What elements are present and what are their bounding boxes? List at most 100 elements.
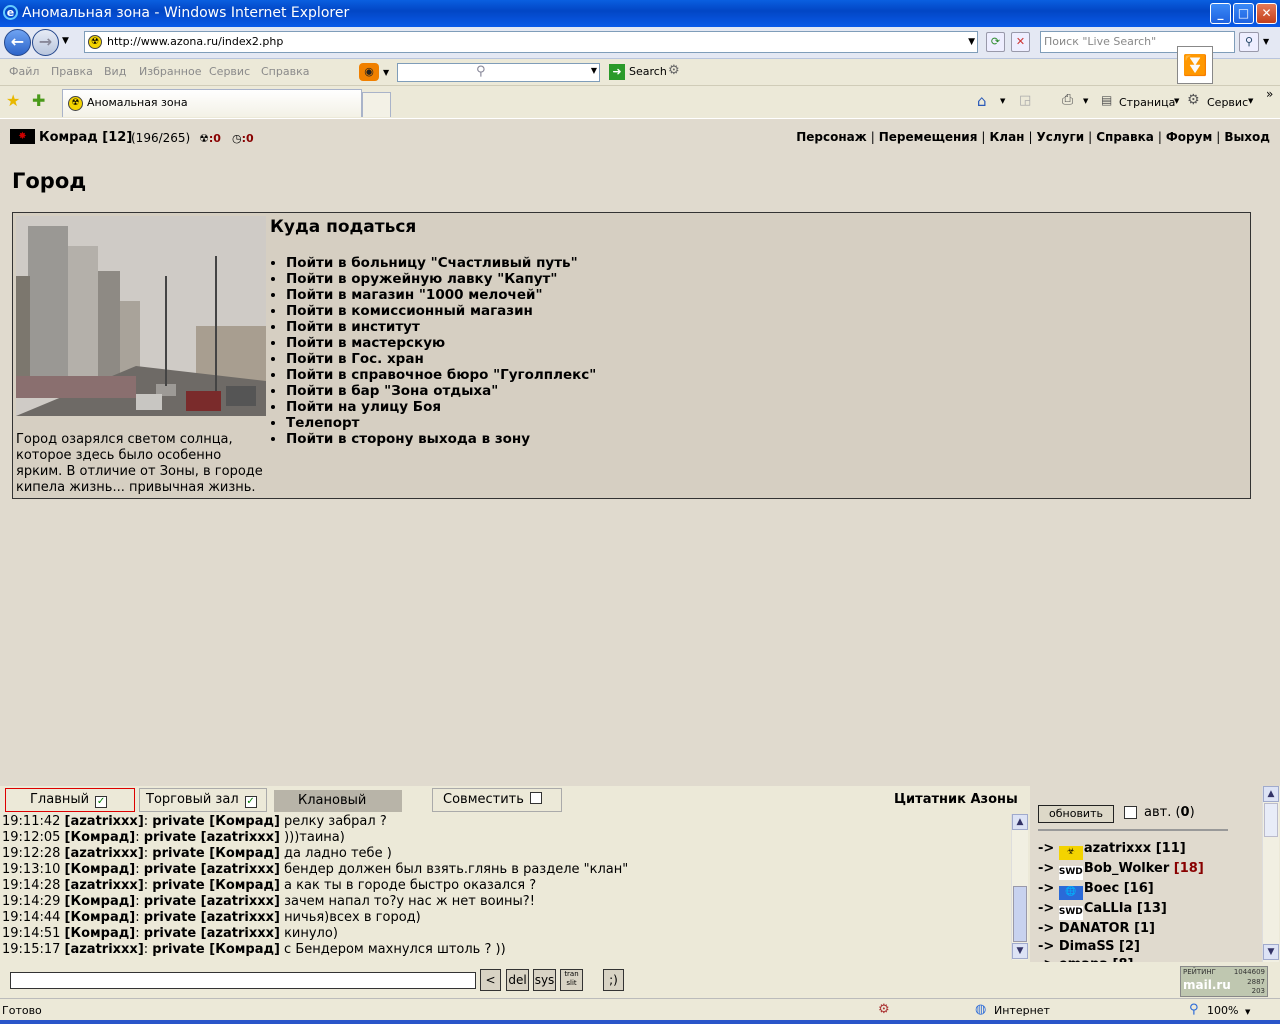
- toolbar-search-dropdown-icon[interactable]: ▼: [591, 66, 597, 75]
- service-menu-dropdown-icon[interactable]: ▼: [1248, 97, 1253, 105]
- url-input[interactable]: ☢ http://www.azona.ru/index2.php ▼: [84, 31, 978, 53]
- chat-sender[interactable]: [Комрад]: [65, 926, 136, 941]
- stop-icon[interactable]: ✕: [1011, 32, 1030, 52]
- chat-sender[interactable]: [azatrixxx]: [65, 878, 144, 893]
- chat-tab-trade-checkbox[interactable]: ✓: [244, 796, 257, 808]
- popup-blocker-icon[interactable]: ⚙: [878, 1002, 890, 1017]
- page-menu-dropdown-icon[interactable]: ▼: [1174, 97, 1179, 105]
- link-zone-exit[interactable]: Пойти в сторону выхода в зону: [286, 431, 596, 447]
- users-scroll-thumb[interactable]: [1264, 803, 1278, 837]
- user-list-item[interactable]: -> SWDBob_Wolker [18]: [1038, 860, 1204, 880]
- zoom-dropdown-icon[interactable]: ▼: [1245, 1008, 1250, 1016]
- chat-message-input[interactable]: [10, 972, 476, 989]
- chat-sys-button[interactable]: sys: [533, 969, 556, 991]
- chat-recipient[interactable]: private [azatrixxx]: [144, 862, 280, 877]
- chat-recipient[interactable]: private [azatrixxx]: [144, 894, 280, 909]
- menu-edit[interactable]: Правка: [51, 65, 93, 78]
- users-scroll-up-icon[interactable]: ▲: [1263, 786, 1279, 802]
- chat-tab-combine[interactable]: Совместить: [432, 788, 562, 812]
- scroll-down-icon[interactable]: ▼: [1012, 943, 1028, 959]
- toolbar-dropdown-icon[interactable]: ▼: [383, 68, 389, 77]
- user-name[interactable]: DANATOR [1]: [1059, 921, 1155, 936]
- search-go-button[interactable]: Search: [629, 65, 667, 78]
- chat-tab-main-checkbox[interactable]: ✓: [95, 796, 108, 808]
- service-menu[interactable]: Сервис: [1207, 96, 1248, 109]
- user-name[interactable]: DimaSS [2]: [1059, 939, 1140, 954]
- menu-help[interactable]: Справка: [261, 65, 309, 78]
- user-list-item[interactable]: -> SWDCaLLIa [13]: [1038, 900, 1204, 920]
- chat-tab-combine-checkbox[interactable]: [529, 792, 542, 804]
- user-name[interactable]: azatrixxx [11]: [1084, 841, 1186, 856]
- new-tab-button[interactable]: [362, 92, 391, 117]
- refresh-icon[interactable]: ⟳: [986, 32, 1005, 52]
- search-options-icon[interactable]: ▼: [1263, 37, 1269, 46]
- toolbar-chevron-icon[interactable]: ⏬: [1177, 46, 1213, 84]
- menu-file[interactable]: Файл: [9, 65, 39, 78]
- chat-smiley-button[interactable]: ;): [603, 969, 624, 991]
- auto-refresh-checkbox[interactable]: [1124, 806, 1137, 819]
- search-icon[interactable]: ⚲: [1239, 32, 1259, 52]
- chat-sender[interactable]: [Комрад]: [65, 910, 136, 925]
- chat-recipient[interactable]: private [Комрад]: [152, 878, 280, 893]
- chat-recipient[interactable]: private [Комрад]: [152, 846, 280, 861]
- quotes-link[interactable]: Цитатник Азоны: [894, 792, 1018, 807]
- link-institute[interactable]: Пойти в институт: [286, 319, 596, 335]
- link-workshop[interactable]: Пойти в мастерскую: [286, 335, 596, 351]
- menu-view[interactable]: Вид: [104, 65, 126, 78]
- scroll-up-icon[interactable]: ▲: [1012, 814, 1028, 830]
- nav-clan[interactable]: Клан: [989, 130, 1024, 144]
- print-icon[interactable]: ⎙: [1062, 92, 1073, 108]
- link-teleport[interactable]: Телепорт: [286, 415, 596, 431]
- users-scrollbar[interactable]: ▲ ▼: [1262, 786, 1279, 962]
- nav-character[interactable]: Персонаж: [796, 130, 866, 144]
- zoom-level[interactable]: 100%: [1207, 1004, 1238, 1017]
- link-1000-things-shop[interactable]: Пойти в магазин "1000 мелочей": [286, 287, 596, 303]
- chat-recipient[interactable]: private [azatrixxx]: [144, 910, 280, 925]
- menu-favorites[interactable]: Избранное: [139, 65, 201, 78]
- minimize-button[interactable]: _: [1210, 3, 1231, 24]
- home-dropdown-icon[interactable]: ▼: [1000, 97, 1005, 105]
- home-icon[interactable]: ⌂: [977, 92, 987, 110]
- link-commission-shop[interactable]: Пойти в комиссионный магазин: [286, 303, 596, 319]
- chat-tab-main[interactable]: Главный ✓: [5, 788, 135, 812]
- chat-recipient[interactable]: private [Комрад]: [152, 942, 280, 957]
- user-name[interactable]: Bob_Wolker: [1084, 861, 1169, 876]
- toolbar-logo-icon[interactable]: ◉: [359, 63, 379, 81]
- toolbar-overflow-icon[interactable]: »: [1266, 87, 1273, 101]
- forward-button[interactable]: →: [32, 29, 59, 56]
- user-name[interactable]: Воес [16]: [1084, 881, 1154, 896]
- refresh-users-button[interactable]: обновить: [1038, 805, 1114, 823]
- maximize-button[interactable]: □: [1233, 3, 1254, 24]
- chat-scroll-thumb[interactable]: [1013, 886, 1027, 942]
- rss-feed-icon[interactable]: ◲: [1019, 93, 1031, 108]
- link-battle-street[interactable]: Пойти на улицу Боя: [286, 399, 596, 415]
- add-favorites-icon[interactable]: ✚: [32, 91, 45, 110]
- player-name[interactable]: Комрад [12]: [39, 130, 132, 145]
- chat-back-button[interactable]: <: [480, 969, 501, 991]
- link-hospital[interactable]: Пойти в больницу "Счастливый путь": [286, 255, 596, 271]
- nav-exit[interactable]: Выход: [1224, 130, 1270, 144]
- chat-recipient[interactable]: private [azatrixxx]: [144, 926, 280, 941]
- nav-services[interactable]: Услуги: [1037, 130, 1085, 144]
- chat-del-button[interactable]: del: [506, 969, 529, 991]
- tab-anomal-zone[interactable]: ☢ Аномальная зона: [62, 89, 362, 117]
- link-bar[interactable]: Пойти в бар "Зона отдыха": [286, 383, 596, 399]
- chat-recipient[interactable]: private [azatrixxx]: [144, 830, 280, 845]
- toolbar-search-input[interactable]: ⚲ ▼: [397, 63, 600, 82]
- chat-translit-button[interactable]: tran slit: [560, 969, 583, 991]
- user-list-item[interactable]: -> 🌐 Воес [16]: [1038, 880, 1204, 900]
- print-dropdown-icon[interactable]: ▼: [1083, 97, 1088, 105]
- chat-scrollbar[interactable]: ▲ ▼: [1011, 814, 1028, 960]
- chat-sender[interactable]: [azatrixxx]: [65, 942, 144, 957]
- settings-gear-icon[interactable]: ⚙: [668, 63, 680, 78]
- close-button[interactable]: ✕: [1256, 3, 1277, 24]
- chat-sender[interactable]: [Комрад]: [65, 830, 136, 845]
- chat-sender[interactable]: [Комрад]: [65, 862, 136, 877]
- back-button[interactable]: ←: [4, 29, 31, 56]
- rating-counter[interactable]: РЕЙТИНГ 1044609 2887 203 mail.ru: [1180, 966, 1268, 997]
- nav-forum[interactable]: Форум: [1166, 130, 1212, 144]
- menu-tools[interactable]: Сервис: [209, 65, 250, 78]
- nav-movement[interactable]: Перемещения: [879, 130, 978, 144]
- user-list-item[interactable]: -> ☣ azatrixxx [11]: [1038, 840, 1204, 860]
- search-go-icon[interactable]: ➜: [609, 64, 625, 80]
